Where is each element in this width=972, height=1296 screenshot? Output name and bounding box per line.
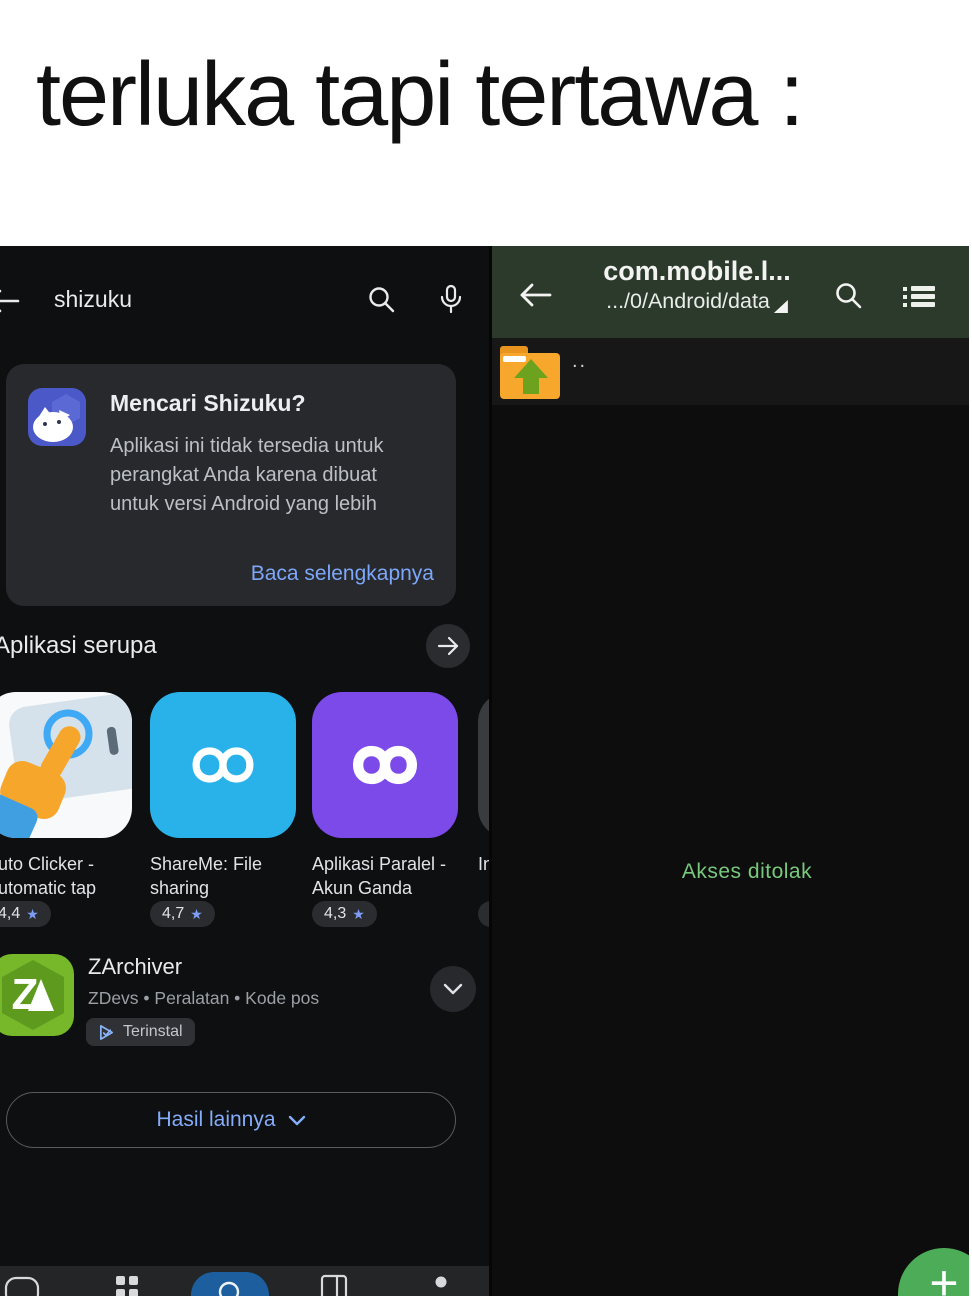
search-icon: [218, 1281, 240, 1296]
back-arrow-icon[interactable]: [0, 288, 20, 314]
similar-apps-more-button[interactable]: [426, 624, 470, 668]
parent-directory-label: ..: [572, 350, 588, 372]
path-dropdown-icon[interactable]: [773, 300, 788, 313]
result-app-name[interactable]: ZArchiver: [88, 954, 182, 980]
file-manager-panel: com.mobile.l... .../0/Android/data .. Ak…: [492, 246, 969, 1296]
zarchiver-app-icon[interactable]: Z: [0, 954, 74, 1036]
star-icon: ★: [352, 905, 365, 922]
path-title-block[interactable]: com.mobile.l... .../0/Android/data: [577, 256, 817, 314]
bottom-nav-bar: [0, 1266, 489, 1296]
search-icon[interactable]: [366, 284, 396, 316]
app-icon-auto-clicker[interactable]: [0, 692, 132, 838]
file-manager-header: com.mobile.l... .../0/Android/data: [492, 246, 969, 338]
search-query-input[interactable]: shizuku: [54, 286, 132, 313]
app-label[interactable]: Int: [478, 852, 489, 876]
expand-result-button[interactable]: [430, 966, 476, 1012]
chevron-down-icon: [288, 1115, 305, 1125]
view-options-icon[interactable]: [901, 284, 935, 310]
star-icon: ★: [190, 905, 203, 922]
rating-badge: 4,4 ★: [0, 901, 51, 927]
access-denied-message: Akses ditolak: [681, 860, 813, 883]
meme-caption-area: terluka tapi tertawa :: [0, 0, 972, 246]
parent-directory-row[interactable]: ..: [492, 338, 969, 405]
folder-up-icon: [498, 343, 562, 401]
add-fab-button[interactable]: +: [898, 1248, 969, 1296]
card-title: Mencari Shizuku?: [110, 390, 306, 416]
plus-icon: +: [929, 1255, 959, 1296]
back-arrow-icon[interactable]: [518, 282, 552, 308]
app-icon-aplikasi-paralel[interactable]: [312, 692, 458, 838]
nav-books-icon[interactable]: [320, 1274, 348, 1296]
zarchiver-logo: Z: [12, 973, 55, 1017]
infinity-icon: [352, 746, 418, 784]
chevron-down-icon: [443, 983, 463, 995]
play-check-icon: [99, 1024, 114, 1040]
meme-caption-text: terluka tapi tertawa :: [36, 45, 804, 145]
app-label[interactable]: Auto Clicker -Automatic tap: [0, 852, 151, 900]
card-body-text: Aplikasi ini tidak tersedia untuk perang…: [110, 435, 384, 515]
nav-profile-icon[interactable]: [429, 1274, 453, 1296]
shizuku-app-icon: [28, 388, 86, 446]
play-store-panel: shizuku Mencari Shizuku? Aplikasi ini ti…: [0, 246, 492, 1296]
result-app-meta: ZDevs • Peralatan • Kode pos: [88, 988, 320, 1008]
rating-badge: 4,3 ★: [312, 901, 377, 927]
nav-search-active-tab[interactable]: [191, 1272, 269, 1296]
infinity-icon: [192, 747, 254, 783]
rating-badge: 4★: [478, 901, 489, 927]
arrow-right-icon: [437, 636, 459, 656]
search-icon[interactable]: [833, 280, 863, 312]
rating-badge: 4,7 ★: [150, 901, 215, 927]
mic-icon[interactable]: [438, 284, 464, 316]
read-more-link[interactable]: Baca selengkapnya: [251, 562, 434, 586]
app-not-available-card: Mencari Shizuku? Aplikasi ini tidak ters…: [6, 364, 456, 606]
app-icon-partial[interactable]: [478, 692, 489, 838]
current-folder-title: com.mobile.l...: [603, 256, 791, 286]
app-icon-shareme[interactable]: [150, 692, 296, 838]
split-screenshots: shizuku Mencari Shizuku? Aplikasi ini ti…: [0, 246, 972, 1296]
triangle-a-glyph: [28, 979, 55, 1011]
app-label[interactable]: ShareMe: File sharing: [150, 852, 315, 900]
meme-screenshot: terluka tapi tertawa : shizuku Mencari S…: [0, 0, 972, 1296]
similar-apps-heading: Aplikasi serupa: [0, 632, 157, 659]
app-label[interactable]: Aplikasi Paralel - Akun Ganda: [312, 852, 477, 900]
star-icon: ★: [26, 905, 39, 922]
installed-badge: Terinstal: [86, 1018, 195, 1046]
nav-apps-icon[interactable]: [114, 1274, 140, 1296]
current-path: .../0/Android/data: [606, 289, 770, 313]
more-results-button[interactable]: Hasil lainnya: [6, 1092, 456, 1148]
nav-games-icon[interactable]: [4, 1274, 40, 1296]
